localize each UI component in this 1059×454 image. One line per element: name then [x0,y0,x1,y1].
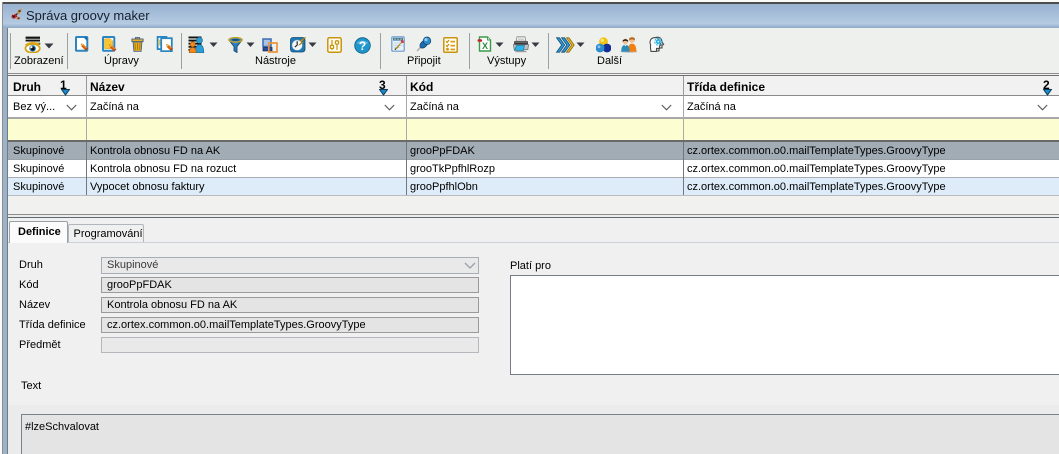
svg-text:?: ? [359,39,366,53]
svg-text:X: X [482,41,488,51]
